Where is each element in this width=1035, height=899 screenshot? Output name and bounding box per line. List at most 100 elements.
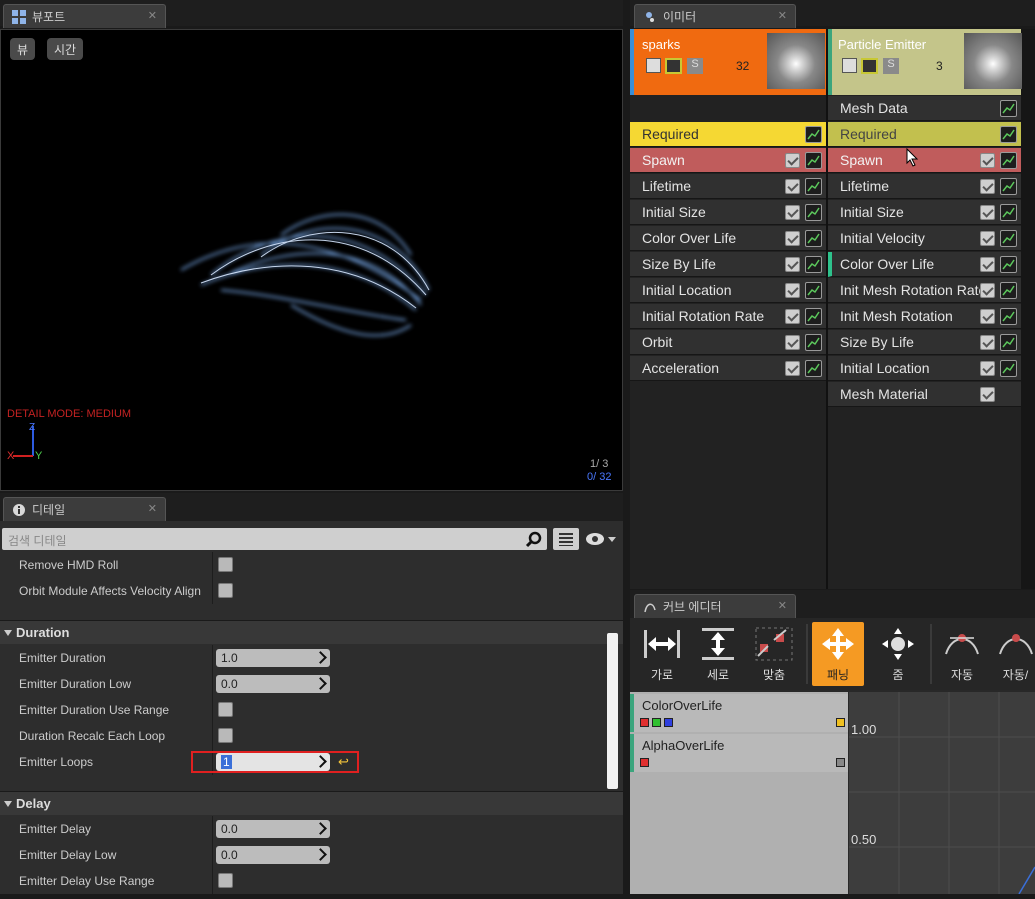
module-initial-rotation-rate[interactable]: Initial Rotation Rate xyxy=(630,304,826,329)
emitter-delay-low-field[interactable]: 0.0 xyxy=(216,846,330,864)
curve-color-swatch[interactable] xyxy=(836,718,845,727)
module-required[interactable]: Required xyxy=(630,122,826,147)
search-input[interactable]: 검색 디테일 xyxy=(2,528,547,550)
module-init-mesh-rotation[interactable]: Init Mesh Rotation xyxy=(828,304,1021,329)
module-initial-velocity[interactable]: Initial Velocity xyxy=(828,226,1021,251)
tab-emitter[interactable]: 이미터 ✕ xyxy=(634,4,796,28)
auto-button[interactable]: 자동 xyxy=(936,622,988,686)
grid-toggle-icon[interactable] xyxy=(861,58,878,74)
orbit-align-checkbox[interactable] xyxy=(218,583,233,598)
module-checkbox[interactable] xyxy=(980,387,995,402)
red-channel-toggle[interactable] xyxy=(640,718,649,727)
module-checkbox[interactable] xyxy=(785,205,800,220)
module-init-mesh-rotation-rate[interactable]: Init Mesh Rotation Rate xyxy=(828,278,1021,303)
emitter-header-sparks[interactable]: sparks S 32 xyxy=(630,29,826,95)
pan-button[interactable]: 패닝 xyxy=(812,622,864,686)
graph-icon[interactable] xyxy=(1000,204,1017,221)
vertical-button[interactable]: 세로 xyxy=(692,622,744,686)
emitter-duration-field[interactable]: 1.0 xyxy=(216,649,330,667)
blue-channel-toggle[interactable] xyxy=(664,718,673,727)
close-icon[interactable]: ✕ xyxy=(148,9,157,22)
tab-viewport[interactable]: 뷰포트 ✕ xyxy=(3,4,166,28)
module-checkbox[interactable] xyxy=(980,231,995,246)
close-icon[interactable]: ✕ xyxy=(778,599,787,612)
graph-icon[interactable] xyxy=(1000,334,1017,351)
curve-color-swatch[interactable] xyxy=(836,758,845,767)
module-checkbox[interactable] xyxy=(785,179,800,194)
module-checkbox[interactable] xyxy=(980,257,995,272)
module-color-over-life-2[interactable]: Color Over Life xyxy=(828,252,1021,277)
graph-icon[interactable] xyxy=(805,360,822,377)
module-mesh-material[interactable]: Mesh Material xyxy=(828,382,1021,407)
remove-hmd-roll-checkbox[interactable] xyxy=(218,557,233,572)
module-checkbox[interactable] xyxy=(785,283,800,298)
zoom-button[interactable]: 줌 xyxy=(872,622,924,686)
graph-icon[interactable] xyxy=(805,204,822,221)
emitter-duration-low-field[interactable]: 0.0 xyxy=(216,675,330,693)
enable-checkbox[interactable] xyxy=(842,58,857,73)
graph-icon[interactable] xyxy=(805,230,822,247)
graph-icon[interactable] xyxy=(1000,178,1017,195)
module-spawn[interactable]: Spawn xyxy=(630,148,826,173)
module-lifetime[interactable]: Lifetime xyxy=(630,174,826,199)
solo-button[interactable]: S xyxy=(687,58,703,74)
module-size-by-life-2[interactable]: Size By Life xyxy=(828,330,1021,355)
close-icon[interactable]: ✕ xyxy=(778,9,787,22)
module-checkbox[interactable] xyxy=(785,361,800,376)
module-checkbox[interactable] xyxy=(785,231,800,246)
module-acceleration[interactable]: Acceleration xyxy=(630,356,826,381)
module-checkbox[interactable] xyxy=(980,335,995,350)
graph-icon[interactable] xyxy=(805,178,822,195)
green-channel-toggle[interactable] xyxy=(652,718,661,727)
tab-curve-editor[interactable]: 커브 에디터 ✕ xyxy=(634,594,796,618)
viewport[interactable]: 뷰 시간 DETAIL MODE: MEDIUM Z X Y 1/ 3 0/ 3… xyxy=(0,29,623,491)
graph-icon[interactable] xyxy=(1000,230,1017,247)
search-icon[interactable] xyxy=(525,530,543,548)
module-checkbox[interactable] xyxy=(980,361,995,376)
module-initial-size[interactable]: Initial Size xyxy=(630,200,826,225)
use-range-checkbox[interactable] xyxy=(218,702,233,717)
module-spawn-2[interactable]: Spawn xyxy=(828,148,1021,173)
horizontal-button[interactable]: 가로 xyxy=(636,622,688,686)
alpha-channel-toggle[interactable] xyxy=(640,758,649,767)
delay-use-range-checkbox[interactable] xyxy=(218,873,233,888)
tab-details[interactable]: 디테일 ✕ xyxy=(3,497,166,521)
module-initial-location[interactable]: Initial Location xyxy=(630,278,826,303)
solo-button[interactable]: S xyxy=(883,58,899,74)
auto-clamped-button[interactable]: 자동/ xyxy=(996,622,1035,686)
view-button[interactable]: 뷰 xyxy=(10,38,36,60)
fit-button[interactable]: 맞춤 xyxy=(748,622,800,686)
graph-icon[interactable] xyxy=(805,152,822,169)
enable-checkbox[interactable] xyxy=(646,58,661,73)
module-checkbox[interactable] xyxy=(980,309,995,324)
graph-icon[interactable] xyxy=(805,308,822,325)
module-checkbox[interactable] xyxy=(980,153,995,168)
module-checkbox[interactable] xyxy=(980,283,995,298)
curve-graph[interactable]: 1.00 0.50 xyxy=(849,692,1035,895)
track-alpha-over-life[interactable]: AlphaOverLife xyxy=(630,734,848,772)
graph-icon[interactable] xyxy=(805,282,822,299)
module-checkbox[interactable] xyxy=(980,205,995,220)
module-lifetime-2[interactable]: Lifetime xyxy=(828,174,1021,199)
module-checkbox[interactable] xyxy=(785,153,800,168)
emitter-header-particle[interactable]: Particle Emitter S 3 xyxy=(828,29,1022,95)
close-icon[interactable]: ✕ xyxy=(148,502,157,515)
track-color-over-life[interactable]: ColorOverLife xyxy=(630,694,848,732)
module-required-2[interactable]: Required xyxy=(828,122,1021,147)
grid-toggle-icon[interactable] xyxy=(665,58,682,74)
graph-icon[interactable] xyxy=(1000,282,1017,299)
recalc-checkbox[interactable] xyxy=(218,728,233,743)
graph-icon[interactable] xyxy=(1000,126,1017,143)
graph-icon[interactable] xyxy=(1000,308,1017,325)
emitter-delay-field[interactable]: 0.0 xyxy=(216,820,330,838)
graph-icon[interactable] xyxy=(1000,360,1017,377)
graph-icon[interactable] xyxy=(1000,256,1017,273)
module-size-by-life[interactable]: Size By Life xyxy=(630,252,826,277)
graph-icon[interactable] xyxy=(805,256,822,273)
graph-icon[interactable] xyxy=(1000,152,1017,169)
grid-view-button[interactable] xyxy=(553,528,579,550)
category-delay[interactable]: Delay xyxy=(0,791,623,815)
eye-icon[interactable] xyxy=(585,531,619,547)
module-checkbox[interactable] xyxy=(785,309,800,324)
scrollbar[interactable] xyxy=(607,633,618,789)
